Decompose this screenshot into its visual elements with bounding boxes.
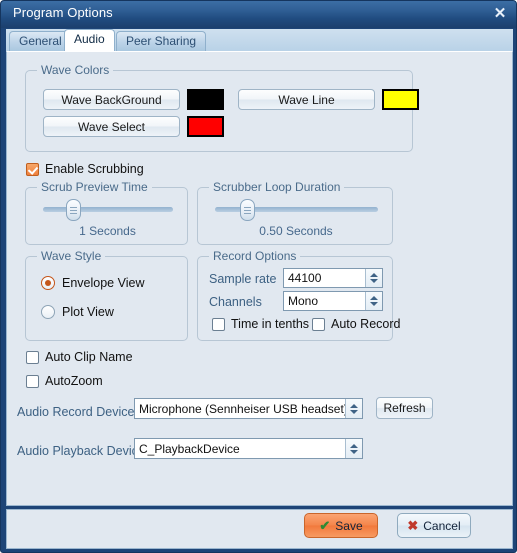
refresh-button[interactable]: Refresh (376, 397, 433, 419)
sample-rate-value: 44100 (288, 271, 322, 285)
channels-spinner[interactable]: Mono (283, 291, 383, 311)
wave-style-group: Wave Style Envelope View Plot View (25, 249, 188, 341)
scrub-preview-time-value: 1 Seconds (79, 224, 136, 238)
wave-colors-group: Wave Colors Wave BackGround Wave Line Wa… (25, 63, 419, 152)
auto-clip-name-checkbox[interactable]: Auto Clip Name (26, 350, 133, 364)
chevron-up-icon (370, 273, 378, 277)
checkbox-box (26, 162, 39, 176)
scrubber-loop-duration-slider-thumb[interactable] (240, 199, 255, 221)
wave-select-swatch[interactable] (187, 116, 224, 137)
cancel-button[interactable]: ✖ Cancel (397, 513, 471, 538)
sample-rate-label: Sample rate (209, 272, 277, 286)
tab-general[interactable]: General (9, 31, 72, 51)
audio-playback-device-value: C_PlaybackDevice (139, 441, 240, 456)
scrub-preview-time-group: Scrub Preview Time 1 Seconds (25, 180, 188, 245)
radio-envelope-view[interactable]: Envelope View (41, 276, 144, 290)
auto-zoom-checkbox[interactable]: AutoZoom (26, 374, 103, 388)
auto-zoom-label: AutoZoom (45, 374, 103, 388)
record-options-group: Record Options Sample rate 44100 Channel… (197, 249, 400, 341)
auto-record-label: Auto Record (331, 317, 401, 331)
tab-audio[interactable]: Audio (64, 29, 115, 51)
chevron-down-icon (350, 409, 358, 414)
save-button-label: Save (335, 518, 363, 533)
auto-clip-name-label: Auto Clip Name (45, 350, 133, 364)
wave-line-button[interactable]: Wave Line (238, 89, 375, 110)
scrub-preview-time-title: Scrub Preview Time (37, 180, 152, 194)
enable-scrubbing-label: Enable Scrubbing (45, 162, 144, 176)
close-icon[interactable]: ✕ (490, 5, 510, 23)
checkbox-box (26, 374, 39, 388)
time-in-tenths-checkbox[interactable]: Time in tenths (212, 317, 309, 331)
scrub-preview-time-slider-thumb[interactable] (66, 199, 81, 221)
chevron-up-icon (350, 403, 358, 408)
record-options-group-title: Record Options (209, 249, 301, 263)
scrubber-loop-duration-title: Scrubber Loop Duration (209, 180, 345, 194)
channels-value: Mono (288, 294, 319, 308)
wave-select-button[interactable]: Wave Select (43, 116, 180, 137)
checkbox-box (212, 317, 225, 331)
program-options-dialog: Program Options ✕ General Audio Peer Sha… (0, 0, 517, 553)
save-button[interactable]: ✔ Save (304, 513, 378, 538)
tab-peer-sharing[interactable]: Peer Sharing (116, 31, 207, 51)
audio-playback-device-label: Audio Playback Device (17, 444, 145, 458)
x-icon: ✖ (407, 518, 419, 533)
chevron-down-icon (350, 449, 358, 454)
chevron-down-icon (370, 302, 378, 306)
scrubber-loop-duration-value: 0.50 Seconds (259, 224, 333, 238)
audio-record-device-spin-buttons[interactable] (345, 399, 362, 418)
wave-colors-group-title: Wave Colors (37, 63, 114, 77)
sample-rate-spin-buttons[interactable] (365, 269, 382, 287)
wave-background-swatch[interactable] (187, 89, 224, 110)
radio-plot-view[interactable]: Plot View (41, 305, 114, 319)
audio-record-device-value: Microphone (Sennheiser USB headset) (139, 401, 345, 416)
audio-record-device-combobox[interactable]: Microphone (Sennheiser USB headset) (134, 398, 363, 419)
radio-envelope-view-label: Envelope View (62, 276, 145, 290)
channels-label: Channels (209, 295, 262, 309)
check-icon: ✔ (319, 518, 331, 533)
enable-scrubbing-checkbox[interactable]: Enable Scrubbing (26, 162, 144, 176)
wave-background-button[interactable]: Wave BackGround (43, 89, 180, 110)
radio-dot (41, 276, 55, 290)
title-bar: Program Options ✕ (1, 1, 516, 28)
chevron-down-icon (370, 279, 378, 283)
tab-strip: General Audio Peer Sharing (6, 29, 513, 51)
audio-playback-device-spin-buttons[interactable] (345, 439, 362, 458)
chevron-up-icon (350, 443, 358, 448)
cancel-button-label: Cancel (423, 518, 461, 533)
auto-record-checkbox[interactable]: Auto Record (312, 317, 400, 331)
scrubber-loop-duration-group: Scrubber Loop Duration 0.50 Seconds (197, 180, 393, 245)
time-in-tenths-label: Time in tenths (231, 317, 310, 331)
chevron-up-icon (370, 296, 378, 300)
audio-playback-device-combobox[interactable]: C_PlaybackDevice (134, 438, 363, 459)
wave-style-group-title: Wave Style (37, 249, 106, 263)
scrub-preview-time-slider-track[interactable] (43, 207, 173, 212)
window-title: Program Options (13, 5, 113, 20)
channels-spin-buttons[interactable] (365, 292, 382, 310)
audio-tab-panel: Wave Colors Wave BackGround Wave Line Wa… (6, 51, 513, 506)
checkbox-box (26, 350, 39, 364)
radio-plot-view-label: Plot View (62, 305, 114, 319)
checkbox-box (312, 317, 325, 331)
sample-rate-spinner[interactable]: 44100 (283, 268, 383, 288)
wave-line-swatch[interactable] (382, 89, 419, 110)
radio-dot (41, 305, 55, 319)
audio-record-device-label: Audio Record Device (17, 405, 135, 419)
